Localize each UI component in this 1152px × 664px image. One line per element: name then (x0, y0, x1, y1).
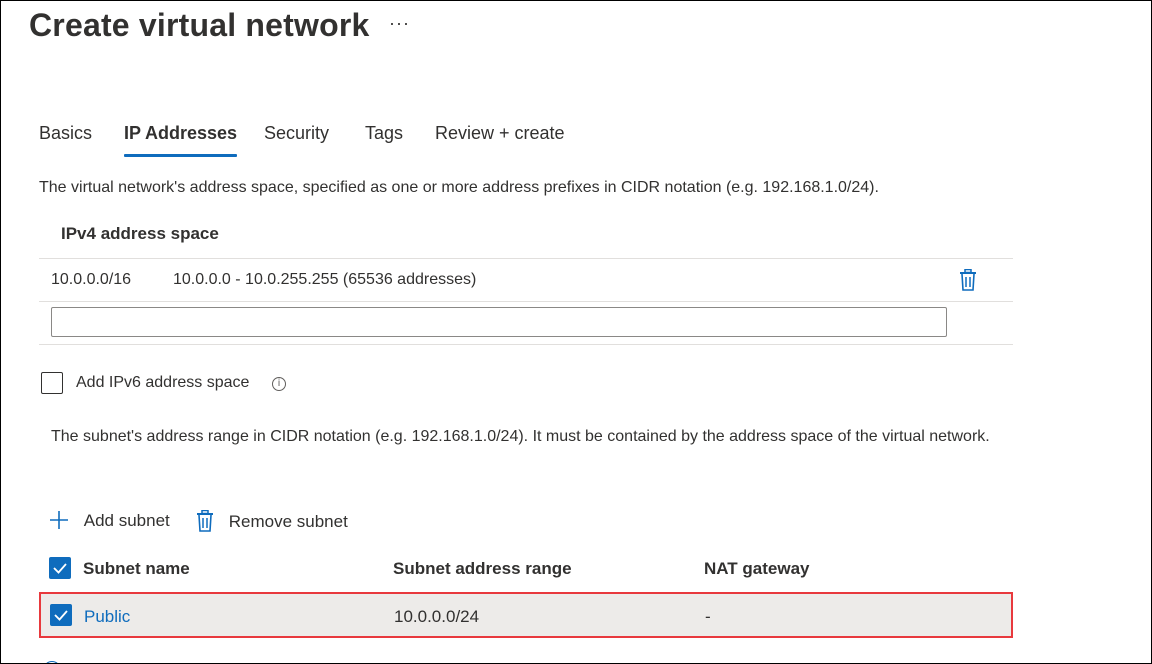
subnet-name-link[interactable]: Public (84, 607, 130, 627)
info-icon[interactable]: i (272, 377, 286, 391)
nat-gateway-value: - (705, 607, 711, 626)
tab-tags[interactable]: Tags (365, 123, 403, 157)
divider (39, 258, 1013, 259)
tab-basics[interactable]: Basics (39, 123, 92, 157)
more-icon[interactable]: ··· (389, 13, 410, 34)
tab-review-create[interactable]: Review + create (435, 123, 565, 157)
page-title: Create virtual network (29, 7, 370, 43)
trash-icon (196, 509, 214, 532)
ipv6-checkbox[interactable] (41, 372, 63, 394)
table-row[interactable]: Public 10.0.0.0/24 - (39, 592, 1013, 638)
select-all-checkbox[interactable] (49, 557, 71, 579)
col-subnet-name[interactable]: Subnet name (83, 559, 190, 579)
tab-ip-addresses[interactable]: IP Addresses (124, 123, 238, 157)
new-address-space-input[interactable] (51, 307, 947, 337)
checkmark-icon (54, 610, 68, 621)
col-nat-gateway[interactable]: NAT gateway (704, 559, 810, 579)
address-space-description: The virtual network's address space, spe… (39, 179, 879, 196)
remove-subnet-label: Remove subnet (228, 512, 348, 531)
subnet-description: The subnet's address range in CIDR notat… (51, 428, 990, 445)
subnet-range: 10.0.0.0/24 (394, 607, 480, 626)
ipv6-checkbox-label: Add IPv6 address space (76, 374, 250, 391)
create-vnet-panel: Create virtual network ··· Basics IP Add… (0, 0, 1152, 664)
row-checkbox[interactable] (50, 604, 72, 626)
address-prefix: 10.0.0.0/16 (51, 271, 132, 288)
divider (39, 301, 1013, 302)
divider (39, 344, 1013, 345)
plus-icon (49, 510, 69, 530)
delete-address-trash-icon[interactable] (959, 268, 977, 296)
checkmark-icon (53, 563, 67, 574)
add-subnet-button[interactable]: Add subnet (49, 510, 170, 531)
add-subnet-label: Add subnet (83, 511, 170, 530)
col-subnet-address-range[interactable]: Subnet address range (393, 559, 572, 579)
tab-security[interactable]: Security (264, 123, 329, 157)
remove-subnet-button[interactable]: Remove subnet (196, 509, 348, 532)
address-range: 10.0.0.0 - 10.0.255.255 (65536 addresses… (173, 271, 477, 288)
ipv4-address-space-header: IPv4 address space (61, 224, 219, 243)
